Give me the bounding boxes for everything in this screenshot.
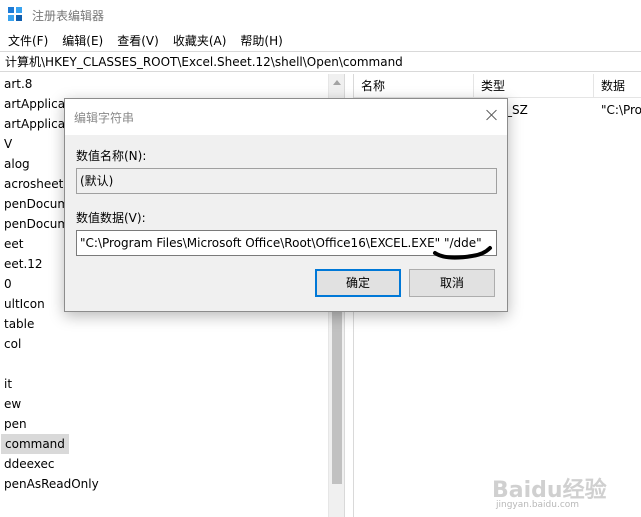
address-path: 计算机\HKEY_CLASSES_ROOT\Excel.Sheet.12\she… <box>5 55 403 69</box>
value-name-label: 数值名称(N): <box>76 149 147 163</box>
tree-item[interactable]: alog <box>4 154 30 174</box>
menu-edit[interactable]: 编辑(E) <box>62 32 103 49</box>
scroll-up-arrow-icon[interactable] <box>333 80 341 85</box>
tree-item[interactable]: V <box>4 134 12 154</box>
tree-item[interactable]: ultIcon <box>4 294 45 314</box>
value-name-field: (默认) <box>76 168 497 194</box>
tree-item[interactable]: it <box>4 374 12 394</box>
baidu-jingyan-watermark: Baidu经验 jingyan.baidu.com <box>492 468 632 512</box>
list-header: 名称 类型 数据 <box>354 74 641 98</box>
close-icon[interactable] <box>483 107 501 125</box>
tree-item[interactable]: eet <box>4 234 23 254</box>
tree-item[interactable]: artApplicat <box>4 94 70 114</box>
column-header-type[interactable]: 类型 <box>474 74 594 98</box>
menu-bar: 文件(F) 编辑(E) 查看(V) 收藏夹(A) 帮助(H) <box>0 30 641 50</box>
tree-item[interactable]: art.8 <box>4 74 32 94</box>
tree-item[interactable]: 0 <box>4 274 12 294</box>
window-titlebar: 注册表编辑器 <box>0 0 641 30</box>
tree-item[interactable]: penAsReadOnly <box>4 474 99 494</box>
dialog-titlebar: 编辑字符串 <box>65 99 507 135</box>
tree-item[interactable]: ew <box>4 394 21 414</box>
value-data-label: 数值数据(V): <box>76 211 146 225</box>
watermark-url: jingyan.baidu.com <box>496 500 580 510</box>
underline-annotation <box>433 246 492 260</box>
value-data-cell[interactable]: "C:\Pro <box>601 100 641 120</box>
column-header-name[interactable]: 名称 <box>354 74 474 98</box>
tree-item[interactable]: acrosheet <box>4 174 63 194</box>
tree-item[interactable]: artApplicat <box>4 114 70 134</box>
menu-file[interactable]: 文件(F) <box>8 32 48 49</box>
edit-string-dialog: 编辑字符串 数值名称(N): (默认) 数值数据(V): "C:\Program… <box>64 98 508 312</box>
menu-help[interactable]: 帮助(H) <box>240 32 282 49</box>
menu-favorites[interactable]: 收藏夹(A) <box>173 32 227 49</box>
address-bar[interactable]: 计算机\HKEY_CLASSES_ROOT\Excel.Sheet.12\she… <box>0 51 641 72</box>
tree-item-command[interactable]: command <box>1 434 69 454</box>
tree-item[interactable]: col <box>4 334 21 354</box>
value-type-cell[interactable]: _SZ <box>506 100 528 120</box>
registry-editor-icon <box>8 7 24 23</box>
dialog-title: 编辑字符串 <box>74 111 135 125</box>
tree-item[interactable]: eet.12 <box>4 254 43 274</box>
cancel-button[interactable]: 取消 <box>409 269 495 297</box>
menu-view[interactable]: 查看(V) <box>117 32 159 49</box>
tree-item[interactable]: pen <box>4 414 27 434</box>
window-title: 注册表编辑器 <box>32 8 105 23</box>
tree-item-ddeexec[interactable]: ddeexec <box>4 454 55 474</box>
column-header-data[interactable]: 数据 <box>594 74 641 98</box>
tree-item[interactable]: table <box>4 314 34 334</box>
ok-button[interactable]: 确定 <box>315 269 401 297</box>
